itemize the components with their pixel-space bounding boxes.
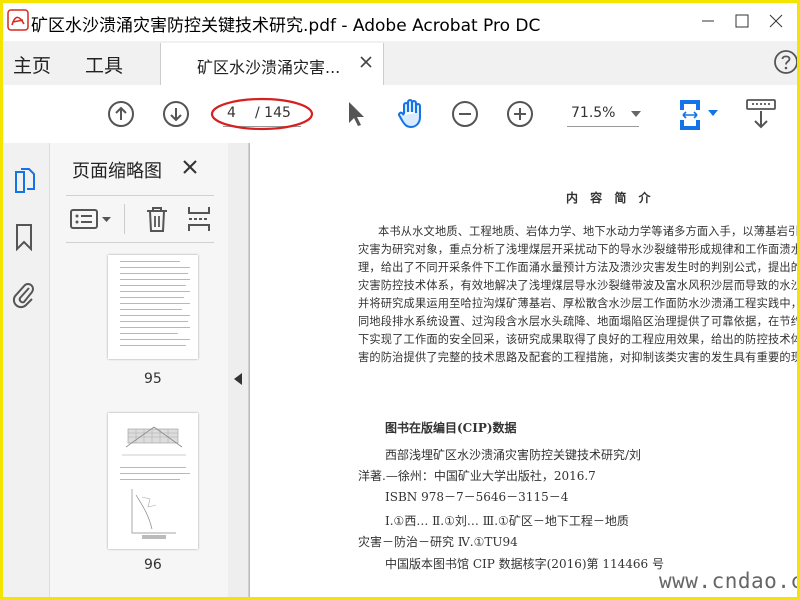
toolbar-divider bbox=[124, 204, 125, 234]
bookmarks-icon[interactable] bbox=[14, 223, 34, 251]
minimize-icon[interactable] bbox=[693, 7, 723, 35]
paragraph-line: 并将研究成果运用至哈拉沟煤矿薄基岩、厚松散含水沙层工作面防水沙溃涌工程实践中，为… bbox=[358, 297, 798, 310]
zoom-in-icon[interactable] bbox=[506, 100, 534, 128]
screenshot-frame: 矿区水沙溃涌灾害防控关键技术研究.pdf - Adobe Acrobat Pro… bbox=[0, 0, 800, 600]
thumbnails-panel: 页面缩略图 95 96 bbox=[50, 143, 265, 597]
menu-bar: 主页 工具 bbox=[3, 41, 797, 85]
hand-tool-icon[interactable] bbox=[395, 97, 427, 129]
close-panel-icon[interactable] bbox=[182, 159, 198, 175]
page-layout-icon[interactable] bbox=[186, 205, 212, 233]
window-title: 矿区水沙溃涌灾害防控关键技术研究.pdf - Adobe Acrobat Pro… bbox=[31, 16, 541, 36]
paragraph-line: 灾害为研究对象，重点分析了浅埋煤层开采扰动下的导水沙裂缝带形成规律和工作面溃水、 bbox=[358, 243, 798, 256]
cip-line: 西部浅埋矿区水沙溃涌灾害防控关键技术研究/刘 bbox=[385, 448, 642, 462]
zoom-level-dropdown[interactable]: 71.5% bbox=[561, 101, 645, 127]
attachments-icon[interactable] bbox=[11, 279, 37, 309]
paragraph-line: 灾害防控技术体系，有效地解决了浅埋煤层导水沙裂缝带波及富水风积沙层而导致的水沙溃… bbox=[358, 279, 798, 292]
thumbnail-toolbar bbox=[66, 195, 214, 243]
page-heading: 内 容 简 介 bbox=[566, 191, 655, 205]
menu-tools[interactable]: 工具 bbox=[85, 51, 123, 78]
thumbnail-page-number: 95 bbox=[144, 371, 162, 387]
paragraph-line: 害的防治提供了完整的技术思路及配套的工程措施，对抑制该类灾害的发生具有重要的现实… bbox=[358, 351, 798, 364]
collapse-left-icon[interactable] bbox=[234, 373, 242, 385]
scroll-mode-icon[interactable] bbox=[745, 97, 777, 131]
fit-page-icon[interactable] bbox=[677, 98, 703, 132]
close-window-icon[interactable] bbox=[761, 7, 791, 35]
cip-line: ISBN 978－7－5646－3115－4 bbox=[385, 490, 569, 504]
thumbnail-page-number: 96 bbox=[144, 557, 162, 573]
zoom-out-icon[interactable] bbox=[451, 100, 479, 128]
paragraph-line: 同地段排水系统设置、过沟段含水层水头疏降、地面塌陷区治理提供了可靠依据，在节约资… bbox=[358, 315, 798, 328]
document-tab-label: 矿区水沙溃涌灾害... bbox=[197, 58, 341, 77]
cip-line: Ⅰ.①西… Ⅱ.①刘… Ⅲ.①矿区－地下工程－地质 bbox=[385, 514, 629, 528]
maximize-icon[interactable] bbox=[727, 7, 757, 35]
acrobat-app-icon bbox=[7, 9, 29, 31]
thumbnail-figure bbox=[122, 426, 186, 456]
main-toolbar: 4 / 145 71.5% bbox=[3, 85, 797, 144]
cip-line: 洋著.—徐州：中国矿业大学出版社，2016.7 bbox=[358, 469, 596, 483]
paragraph-line: 下实现了工作面的安全回采，该研究成果取得了良好的工程应用效果，给出的防控技术体系… bbox=[358, 333, 798, 346]
close-tab-icon[interactable] bbox=[359, 55, 373, 69]
red-annotation-ellipse bbox=[210, 97, 314, 131]
thumbnail-options-chevron-icon[interactable] bbox=[102, 217, 111, 222]
select-cursor-icon[interactable] bbox=[345, 99, 367, 129]
paragraph-line: 理，给出了不同开采条件下工作面涌水量预计方法及溃沙灾害发生时的判别公式，提出的溃… bbox=[358, 261, 798, 274]
cip-title: 图书在版编目(CIP)数据 bbox=[385, 421, 517, 435]
previous-page-icon[interactable] bbox=[107, 100, 135, 128]
page-thumbnails-icon[interactable] bbox=[12, 167, 38, 197]
navigation-rail bbox=[3, 143, 50, 597]
fit-options-chevron-icon[interactable] bbox=[708, 110, 718, 116]
zoom-level-value: 71.5% bbox=[571, 105, 616, 121]
cip-line: 灾害－防治－研究 Ⅳ.①TU94 bbox=[358, 535, 518, 549]
next-page-icon[interactable] bbox=[162, 100, 190, 128]
menu-home[interactable]: 主页 bbox=[13, 51, 51, 78]
site-watermark: www.cndao.com bbox=[659, 569, 797, 593]
thumbnail-page-96[interactable] bbox=[108, 413, 198, 549]
cip-line: 中国版本图书馆 CIP 数据核字(2016)第 114466 号 bbox=[385, 557, 664, 571]
delete-page-icon[interactable] bbox=[144, 205, 170, 233]
paragraph-line: 本书从水文地质、工程地质、岩体力学、地下水动力学等诸多方面入手，以薄基岩引发的水 bbox=[378, 225, 798, 238]
document-viewport[interactable]: 内 容 简 介 本书从水文地质、工程地质、岩体力学、地下水动力学等诸多方面入手，… bbox=[249, 143, 798, 597]
panel-collapse-bar[interactable] bbox=[228, 143, 249, 597]
thumbnail-chart bbox=[131, 489, 176, 539]
document-tab[interactable]: 矿区水沙溃涌灾害... bbox=[160, 43, 384, 85]
title-bar: 矿区水沙溃涌灾害防控关键技术研究.pdf - Adobe Acrobat Pro… bbox=[3, 3, 797, 41]
thumbnail-page-95[interactable] bbox=[108, 255, 198, 359]
chevron-down-icon bbox=[631, 111, 641, 117]
help-icon[interactable] bbox=[773, 49, 799, 75]
panel-title: 页面缩略图 bbox=[72, 161, 162, 182]
document-page: 内 容 简 介 本书从水文地质、工程地质、岩体力学、地下水动力学等诸多方面入手，… bbox=[250, 143, 798, 597]
thumbnail-options-icon[interactable] bbox=[70, 208, 98, 230]
